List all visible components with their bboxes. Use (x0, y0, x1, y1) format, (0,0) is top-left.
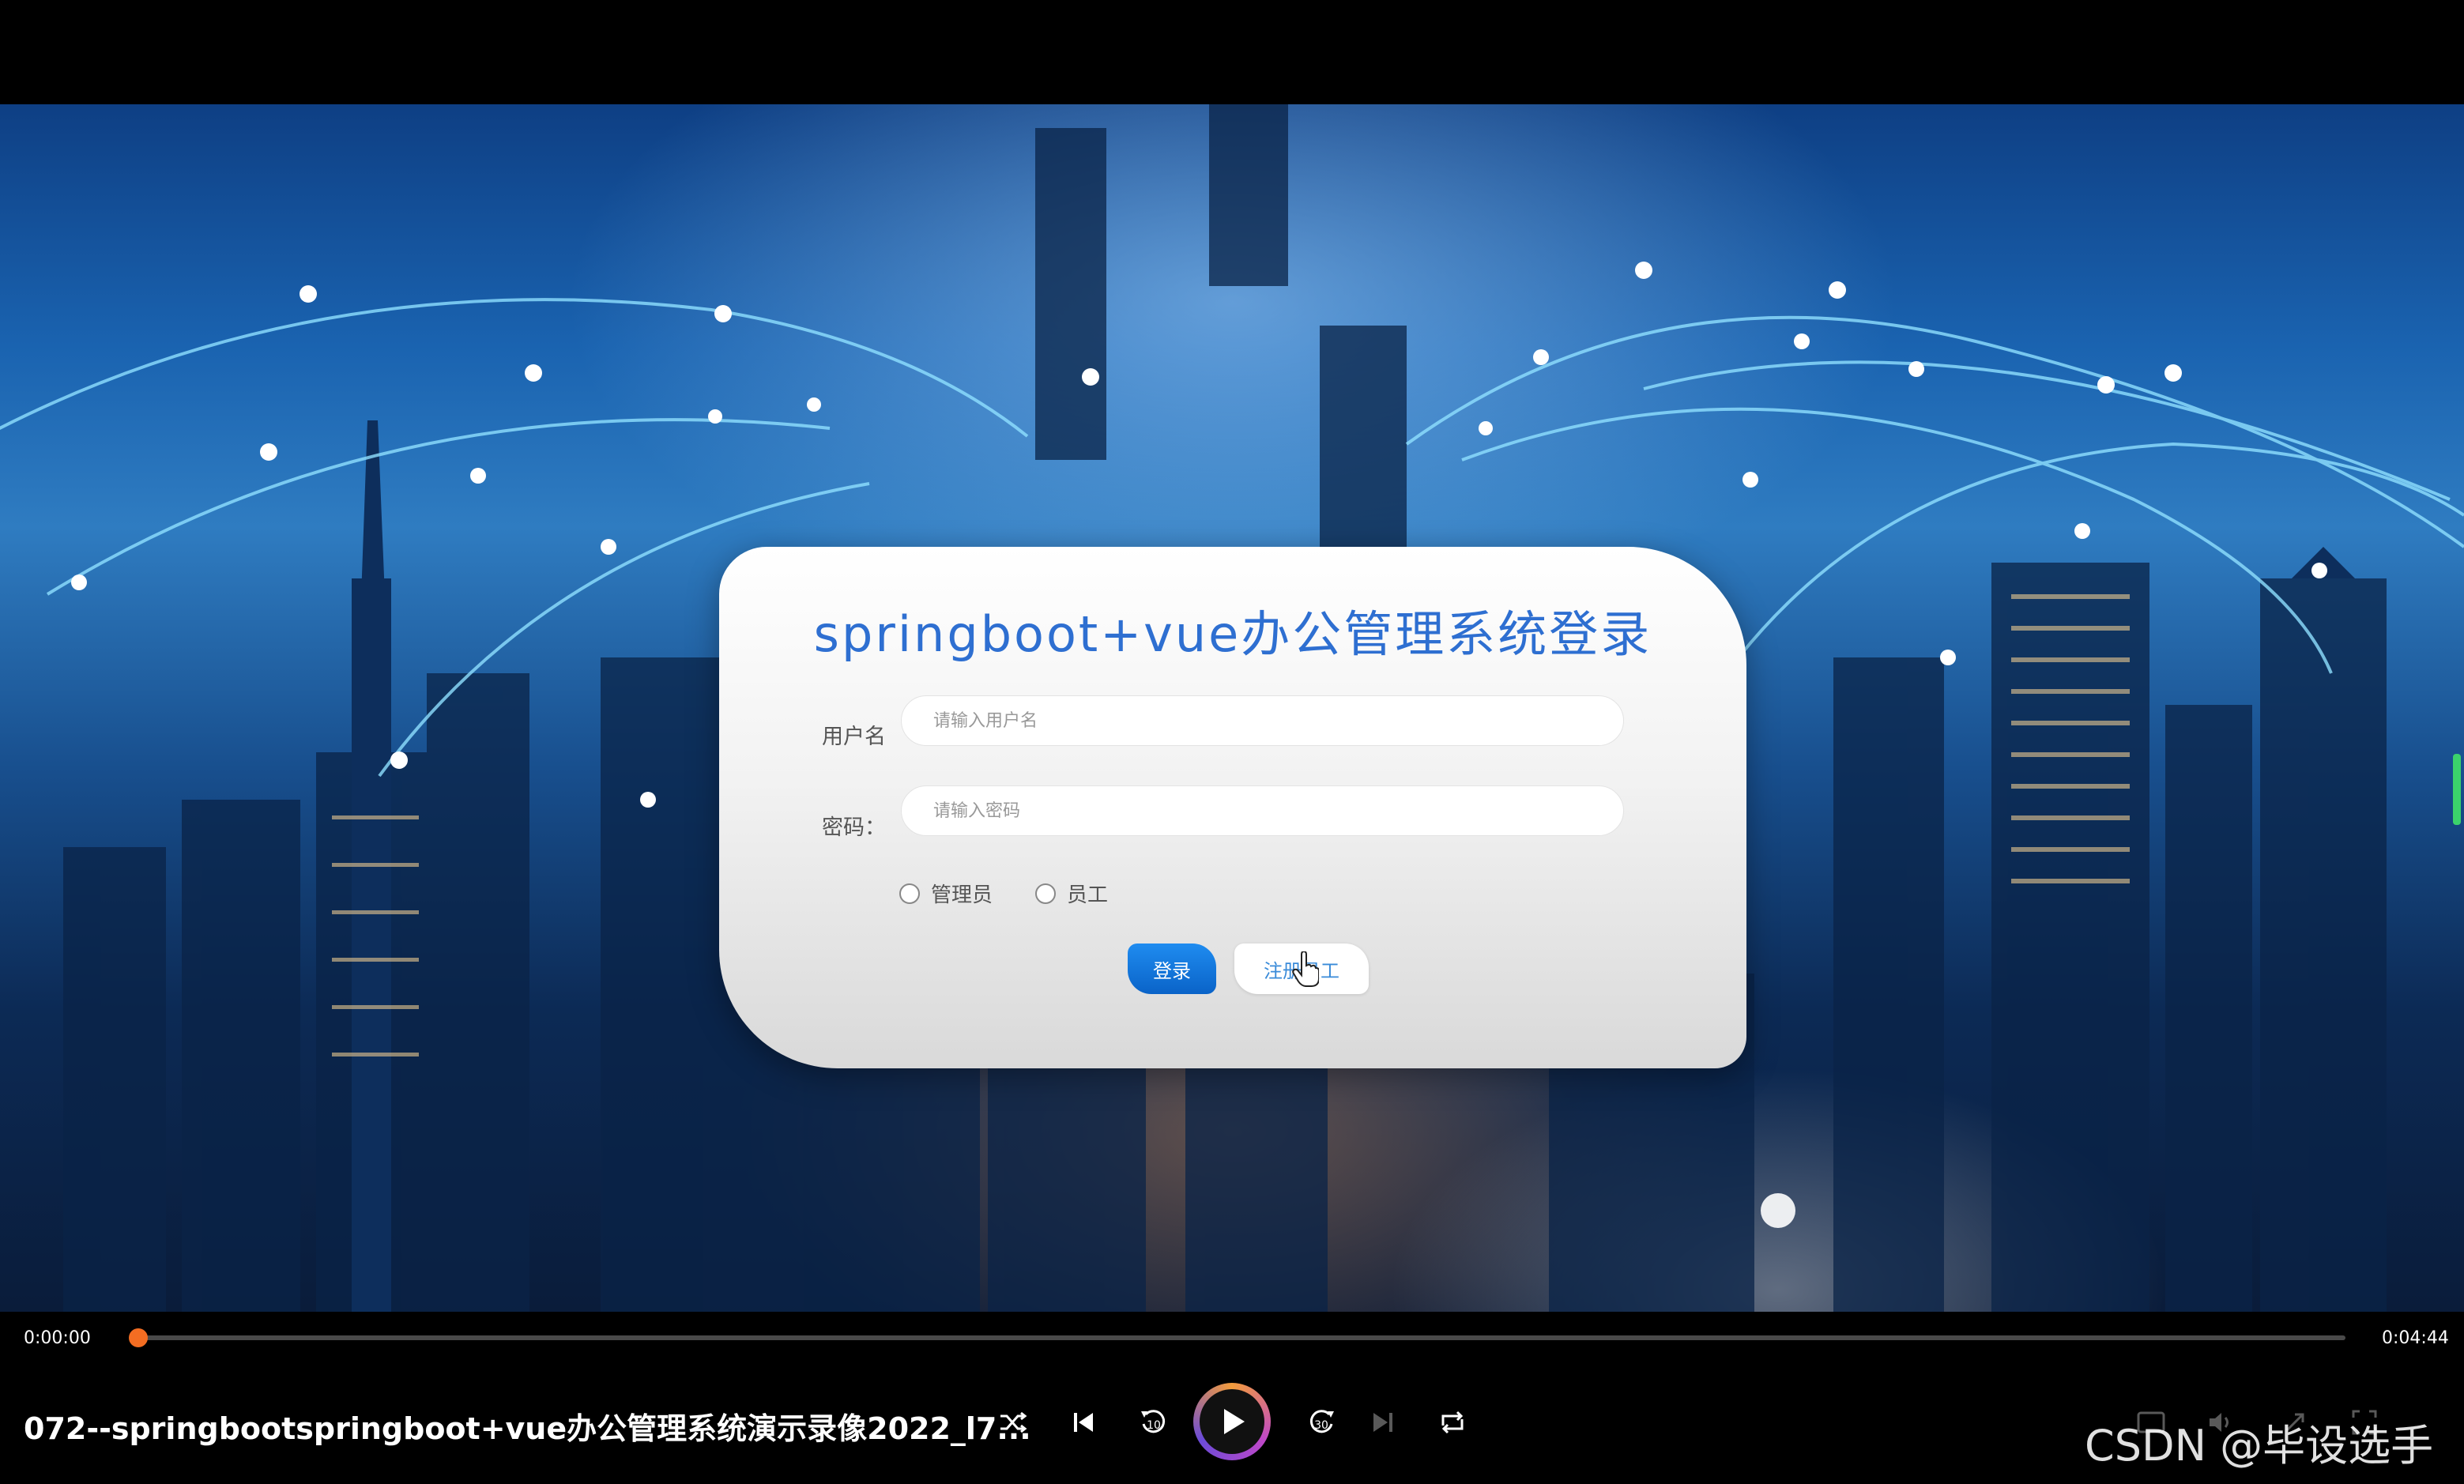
password-input[interactable] (901, 785, 1624, 836)
next-button[interactable] (1362, 1402, 1403, 1443)
previous-button[interactable] (1063, 1402, 1104, 1443)
current-time: 0:00:00 (24, 1328, 91, 1348)
username-label: 用户名 (822, 725, 886, 749)
role-admin-label: 管理员 (931, 883, 993, 907)
repeat-icon (1441, 1411, 1464, 1434)
forward-30-icon: 30 (1309, 1410, 1334, 1433)
skip-next-icon (1373, 1413, 1392, 1432)
role-employee-label: 员工 (1067, 883, 1109, 907)
username-input[interactable] (901, 695, 1624, 746)
forward-label: 30 (1314, 1419, 1328, 1432)
login-card: springboot+vue办公管理系统登录 用户名 密码： 管理员 员工 登录… (719, 547, 1746, 1068)
video-frame: springboot+vue办公管理系统登录 用户名 密码： 管理员 员工 登录… (0, 104, 2464, 1312)
play-icon (1224, 1409, 1245, 1434)
csdn-watermark: CSDN @毕设选手 (2085, 1421, 2434, 1471)
play-button-inner (1200, 1389, 1264, 1454)
rewind-label: 10 (1147, 1419, 1161, 1432)
radio-circle-icon (899, 883, 920, 904)
repeat-button[interactable] (1432, 1402, 1473, 1443)
play-button[interactable] (1193, 1383, 1271, 1460)
total-time: 0:04:44 (2382, 1328, 2449, 1348)
skip-previous-icon (1074, 1413, 1093, 1432)
password-label: 密码： (822, 815, 886, 840)
scrollbar-thumb[interactable] (2453, 754, 2461, 825)
role-radio-admin[interactable]: 管理员 (899, 879, 993, 908)
forward-button[interactable]: 30 (1301, 1402, 1342, 1443)
role-radio-employee[interactable]: 员工 (1035, 879, 1108, 908)
login-button[interactable]: 登录 (1128, 944, 1216, 994)
radio-circle-icon (1035, 883, 1056, 904)
video-title: 072--springbootspringboot+vue办公管理系统演示录像2… (24, 1411, 1031, 1446)
login-title: springboot+vue办公管理系统登录 (813, 605, 1652, 663)
progress-track[interactable] (139, 1335, 2345, 1340)
shuffle-button[interactable] (993, 1402, 1034, 1443)
hand-cursor-icon (1292, 951, 1319, 987)
rewind-button[interactable]: 10 (1133, 1402, 1174, 1443)
progress-knob[interactable] (129, 1328, 148, 1347)
shuffle-icon (1000, 1411, 1027, 1433)
rewind-10-icon: 10 (1141, 1410, 1166, 1433)
